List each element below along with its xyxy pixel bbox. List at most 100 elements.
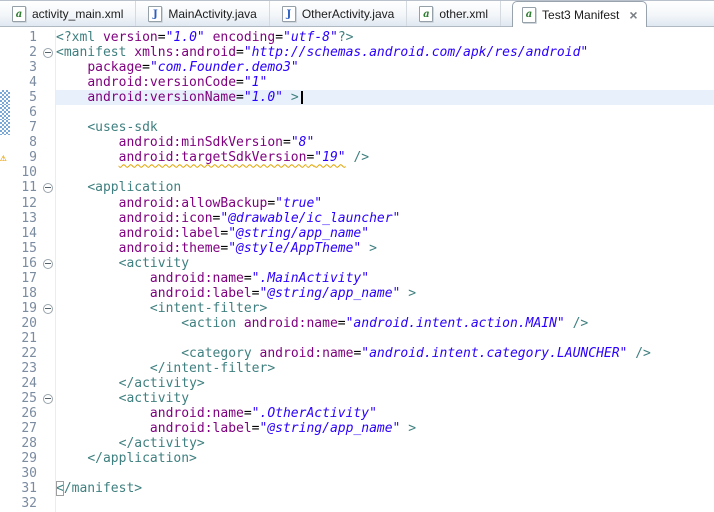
code-text[interactable]: android:label="@string/app_name" > — [56, 286, 714, 301]
code-line: 8 android:minSdkVersion="8" — [0, 135, 714, 150]
annotation-gutter — [0, 105, 13, 120]
fold-gutter — [41, 135, 56, 150]
code-segment: <category — [181, 346, 259, 361]
fold-gutter — [41, 406, 56, 421]
change-indicator — [0, 90, 10, 105]
collapse-icon[interactable] — [43, 259, 53, 269]
tab-test3-manifest[interactable]: aTest3 Manifest× — [512, 1, 647, 27]
tab-label: other.xml — [439, 7, 488, 21]
code-text[interactable]: </activity> — [56, 436, 714, 451]
collapse-icon[interactable] — [43, 183, 53, 193]
code-text[interactable]: <activity — [56, 391, 714, 406]
code-segment — [56, 406, 150, 421]
code-editor[interactable]: 1<?xml version="1.0" encoding="utf-8"?>2… — [0, 27, 714, 511]
fold-gutter — [41, 286, 56, 301]
code-segment: version — [103, 30, 158, 45]
code-text[interactable]: android:label="@string/app_name" > — [56, 421, 714, 436]
code-text[interactable]: android:name=".OtherActivity" — [56, 406, 714, 421]
fold-gutter — [41, 256, 56, 271]
code-text[interactable]: <uses-sdk — [56, 120, 714, 135]
tab-other-xml[interactable]: aother.xml — [407, 1, 501, 27]
code-segment: = — [236, 45, 244, 60]
collapse-icon[interactable] — [43, 304, 53, 314]
code-segment: package — [87, 60, 142, 75]
line-number: 23 — [13, 361, 41, 376]
fold-gutter — [41, 316, 56, 331]
line-number: 5 — [13, 90, 41, 105]
code-text[interactable]: <application — [56, 180, 714, 195]
code-text[interactable]: </application> — [56, 451, 714, 466]
code-text[interactable]: <manifest xmlns:android="http://schemas.… — [56, 45, 714, 60]
line-number: 15 — [13, 241, 41, 256]
fold-gutter — [41, 75, 56, 90]
code-text[interactable] — [56, 331, 714, 346]
code-line: 13 android:icon="@drawable/ic_launcher" — [0, 211, 714, 226]
code-segment: > — [369, 241, 377, 256]
tab-activity-main-xml[interactable]: aactivity_main.xml — [0, 1, 136, 27]
code-segment — [283, 90, 291, 105]
code-segment — [56, 75, 87, 90]
code-text[interactable] — [56, 466, 714, 481]
code-segment — [56, 180, 87, 195]
code-text[interactable] — [56, 105, 714, 120]
code-text[interactable]: android:allowBackup="true" — [56, 196, 714, 211]
code-text[interactable]: <?xml version="1.0" encoding="utf-8"?> — [56, 30, 714, 45]
code-line: 6 — [0, 105, 714, 120]
code-text[interactable]: <category android:name="android.intent.c… — [56, 346, 714, 361]
code-line: 31</manifest> — [0, 481, 714, 496]
annotation-gutter — [0, 165, 13, 180]
code-segment — [56, 286, 150, 301]
tab-otheractivity-java[interactable]: JOtherActivity.java — [270, 1, 407, 27]
close-icon[interactable]: × — [629, 8, 637, 22]
collapse-icon[interactable] — [43, 48, 53, 58]
code-text[interactable]: </manifest> — [56, 481, 714, 496]
code-segment: <activity — [119, 256, 189, 271]
code-line: 18 android:label="@string/app_name" > — [0, 286, 714, 301]
code-segment: ".OtherActivity" — [252, 406, 377, 421]
tab-label: Test3 Manifest — [542, 8, 619, 22]
code-text[interactable]: android:label="@string/app_name" — [56, 226, 714, 241]
code-text[interactable] — [56, 165, 714, 180]
code-segment: </intent-filter> — [150, 361, 275, 376]
annotation-gutter — [0, 196, 13, 211]
code-text[interactable]: android:versionName="1.0" > — [56, 90, 714, 105]
code-segment: = — [236, 90, 244, 105]
line-number: 12 — [13, 196, 41, 211]
code-text[interactable]: android:icon="@drawable/ic_launcher" — [56, 211, 714, 226]
code-text[interactable]: </intent-filter> — [56, 361, 714, 376]
line-number: 22 — [13, 346, 41, 361]
code-segment: <?xml — [56, 30, 103, 45]
code-segment — [56, 120, 87, 135]
code-line: 3 package="com.Founder.demo3" — [0, 60, 714, 75]
code-text[interactable]: android:theme="@style/AppTheme" > — [56, 241, 714, 256]
code-text[interactable]: <action android:name="android.intent.act… — [56, 316, 714, 331]
code-segment: = — [158, 30, 166, 45]
line-number: 4 — [13, 75, 41, 90]
code-text[interactable]: </activity> — [56, 376, 714, 391]
code-text[interactable]: android:versionCode="1" — [56, 75, 714, 90]
code-segment: </activity> — [119, 376, 205, 391]
annotation-gutter — [0, 211, 13, 226]
warning-icon[interactable]: ⚠ — [0, 150, 7, 165]
code-text[interactable]: android:minSdkVersion="8" — [56, 135, 714, 150]
code-text[interactable]: android:name=".MainActivity" — [56, 271, 714, 286]
annotation-gutter — [0, 451, 13, 466]
code-segment: "http://schemas.android.com/apk/res/andr… — [244, 45, 588, 60]
code-segment — [56, 135, 119, 150]
code-line: 4 android:versionCode="1" — [0, 75, 714, 90]
code-segment: <manifest — [56, 45, 134, 60]
code-segment: = — [252, 421, 260, 436]
code-text[interactable]: <activity — [56, 256, 714, 271]
code-text[interactable]: package="com.Founder.demo3" — [56, 60, 714, 75]
code-segment: /> — [573, 316, 589, 331]
code-segment: android:name — [244, 316, 338, 331]
code-segment: > — [408, 421, 416, 436]
code-segment: android:name — [150, 271, 244, 286]
collapse-icon[interactable] — [43, 394, 53, 404]
code-segment — [565, 316, 573, 331]
tab-mainactivity-java[interactable]: JMainActivity.java — [136, 1, 269, 27]
code-text[interactable]: android:targetSdkVersion="19" /> — [56, 150, 714, 165]
code-text[interactable]: <intent-filter> — [56, 301, 714, 316]
code-text[interactable] — [56, 496, 714, 511]
code-segment: "19" — [314, 150, 345, 165]
